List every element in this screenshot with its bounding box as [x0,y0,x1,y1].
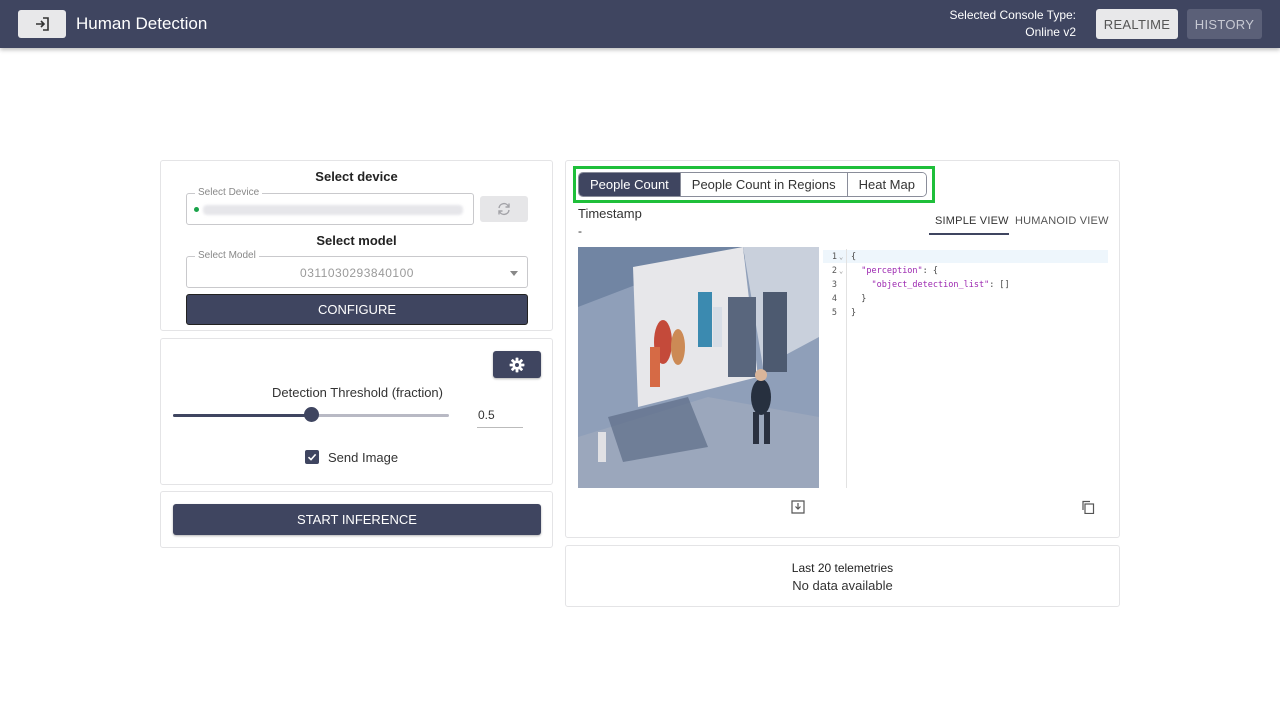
model-value: 0311030293840100 [300,266,414,280]
app-header: Human Detection Selected Console Type: O… [0,0,1280,48]
json-line: "perception": { [861,266,939,276]
check-icon [307,453,317,461]
tab-humanoid-view[interactable]: HUMANOID VIEW [1015,215,1109,227]
telemetry-empty-message: No data available [792,578,893,593]
download-button[interactable] [790,499,806,515]
active-view-indicator [929,233,1009,235]
camera-frame [578,247,819,488]
console-type-info: Selected Console Type: Online v2 [949,7,1076,41]
copy-icon [1082,500,1095,514]
line-number: 4 [831,294,837,304]
back-button[interactable] [18,10,66,38]
json-key: "object_detection_list" [871,280,990,290]
console-type-value: Online v2 [1025,25,1076,39]
json-viewer: 1 ⌄ 2 ⌄ 3 4 5 { "perception": { "object_… [823,249,1108,489]
line-number: 2 [831,266,837,276]
tab-heat-map[interactable]: Heat Map [847,173,926,196]
realtime-button[interactable]: REALTIME [1096,9,1178,39]
json-line: "object_detection_list": [] [871,280,1010,290]
start-card: START INFERENCE [160,491,553,548]
line-number: 5 [831,308,837,318]
camera-image [578,247,819,488]
download-icon [791,500,805,514]
threshold-slider[interactable] [173,407,449,422]
chevron-down-icon [510,271,518,276]
console-type-label: Selected Console Type: [949,8,1076,22]
device-select-field[interactable]: Select Device [186,187,474,225]
telemetry-card: Last 20 telemetries No data available [565,545,1120,607]
tab-people-count[interactable]: People Count [579,173,681,196]
select-device-title: Select device [315,169,398,184]
fold-chevron-icon[interactable]: ⌄ [839,253,843,261]
json-line: } [851,294,867,304]
timestamp-value: - [578,224,582,238]
line-number: 1 [831,252,837,262]
threshold-input[interactable]: 0.5 [477,404,523,428]
fold-chevron-icon[interactable]: ⌄ [839,267,843,275]
send-image-label: Send Image [328,450,399,465]
result-card: People Count People Count in Regions Hea… [565,160,1120,538]
json-key: "perception" [861,266,923,276]
json-line: { [851,252,857,262]
refresh-devices-button[interactable] [480,196,528,222]
device-id-redacted [203,205,463,215]
slider-fill [173,414,311,417]
current-line-highlight [823,250,1108,263]
app-type-tabs: People Count People Count in Regions Hea… [578,172,927,197]
json-line: } [851,308,857,318]
settings-button[interactable] [493,351,541,378]
device-status-dot [194,207,199,212]
refresh-icon [498,202,510,216]
slider-thumb[interactable] [304,407,319,422]
line-number: 3 [831,280,837,290]
model-field-label: Select Model [195,250,259,261]
configure-button[interactable]: CONFIGURE [186,294,528,325]
model-select[interactable]: Select Model 0311030293840100 [186,250,528,288]
telemetry-title: Last 20 telemetries [791,561,894,575]
threshold-label: Detection Threshold (fraction) [271,385,443,400]
tab-simple-view[interactable]: SIMPLE VIEW [935,215,1009,227]
select-model-title: Select model [316,233,397,248]
login-icon [36,17,49,31]
start-inference-button[interactable]: START INFERENCE [173,504,541,535]
device-config-card: Select device Select Device Select model… [160,160,553,331]
send-image-checkbox[interactable] [305,450,319,464]
gear-icon [509,357,525,372]
timestamp-label: Timestamp [578,206,642,221]
history-button[interactable]: HISTORY [1187,9,1262,39]
device-field-label: Select Device [195,187,263,198]
inference-settings-card: Detection Threshold (fraction) 0.5 Send … [160,338,553,485]
tab-people-count-in-regions[interactable]: People Count in Regions [680,173,848,196]
copy-button[interactable] [1080,499,1096,515]
app-title: Human Detection [76,14,208,33]
